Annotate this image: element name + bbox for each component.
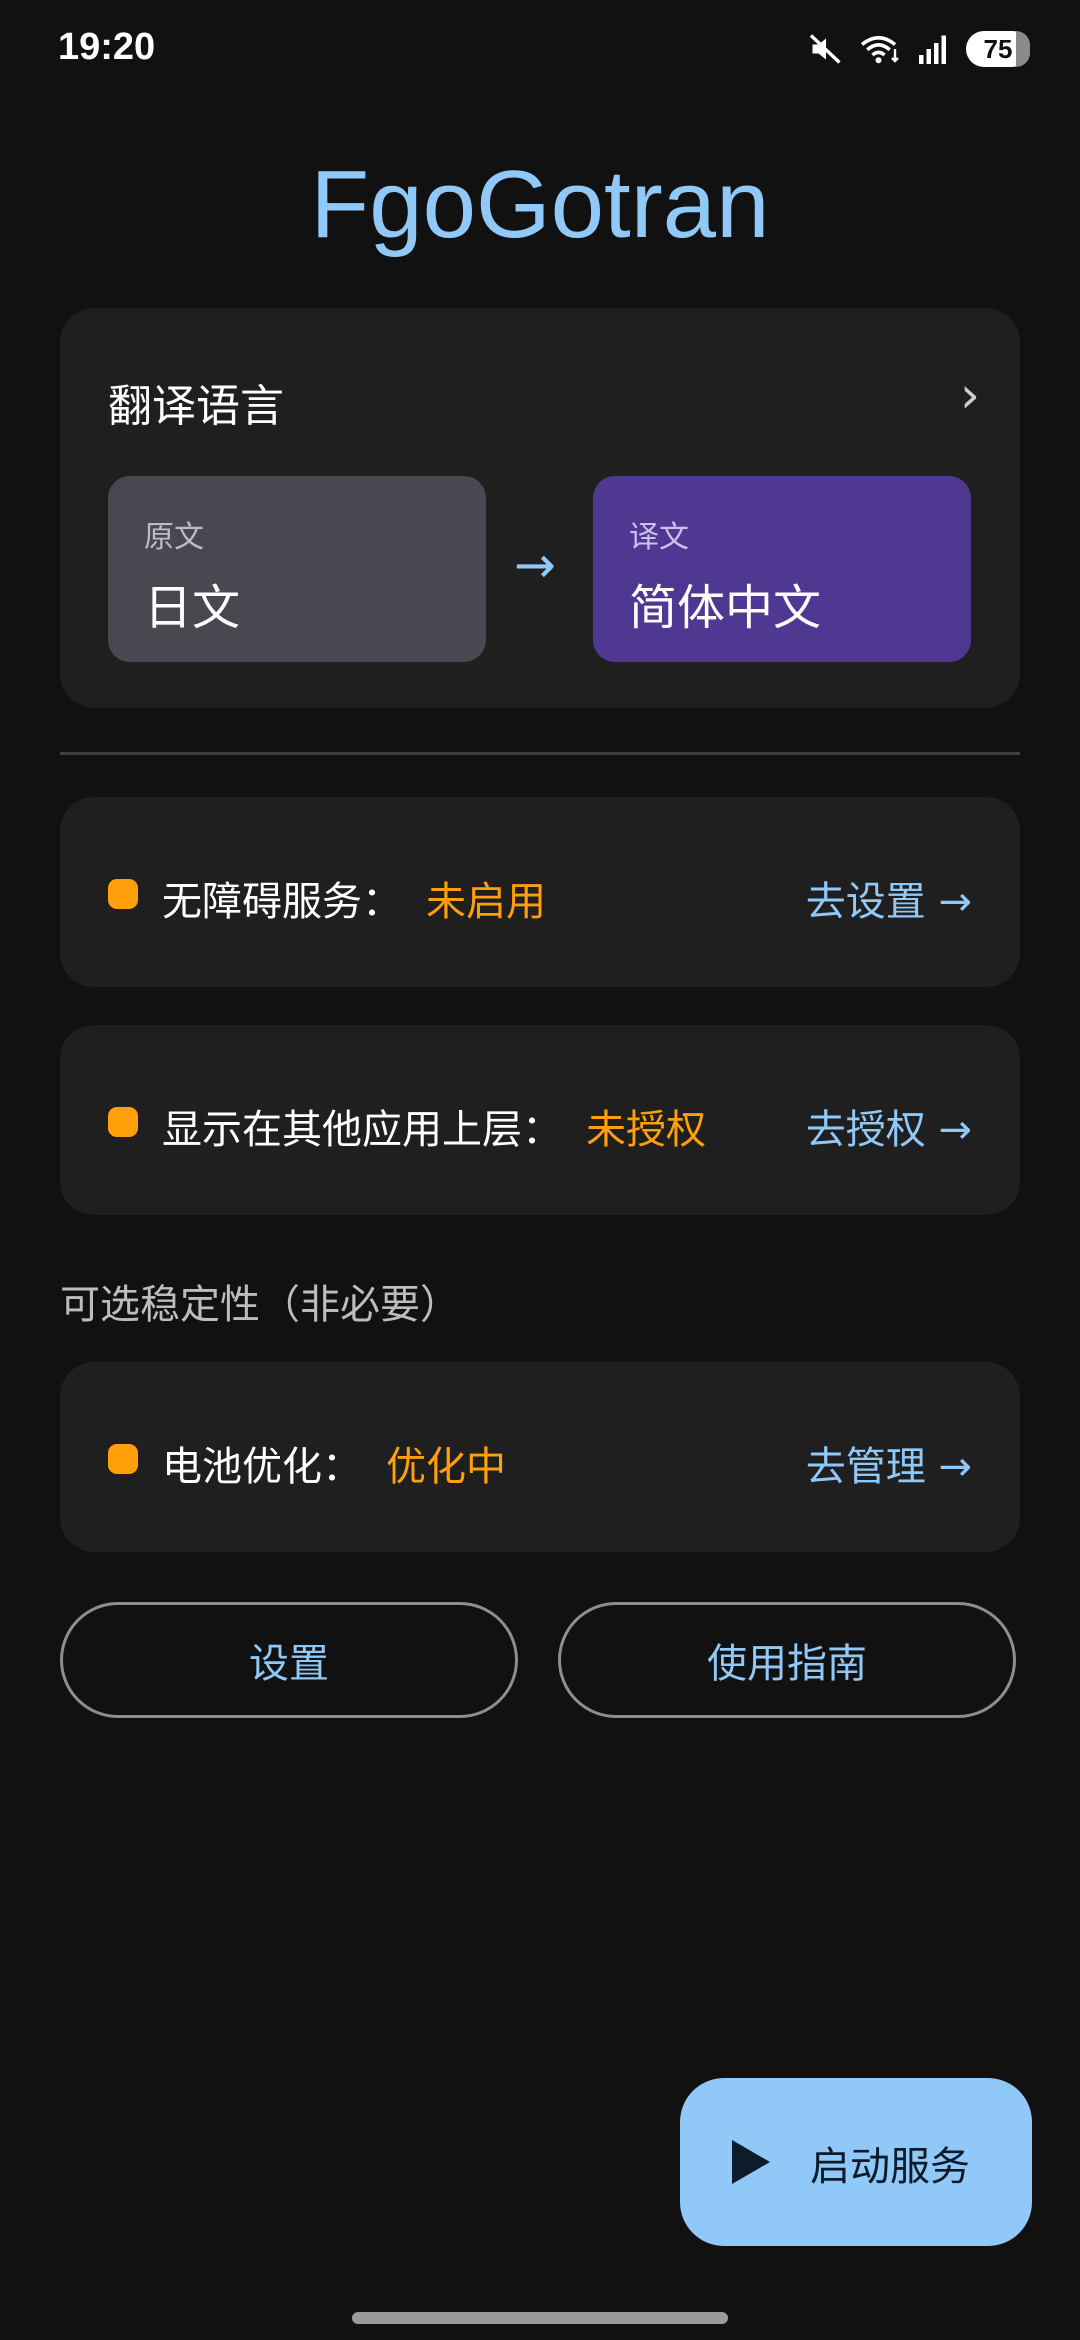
optional-stability-title: 可选稳定性（非必要） bbox=[60, 1282, 460, 1328]
accessibility-service-status: 无障碍服务： 未启用 bbox=[162, 869, 546, 927]
arrow-right-icon: → bbox=[514, 536, 556, 594]
source-language-value: 日文 bbox=[144, 580, 241, 636]
overlay-permission-status: 显示在其他应用上层： 未授权 bbox=[162, 1097, 706, 1155]
status-time: 19:20 bbox=[58, 26, 156, 68]
battery-level: 75 bbox=[983, 33, 1013, 64]
overlay-permission-value: 未授权 bbox=[586, 1107, 706, 1153]
wifi-icon bbox=[860, 35, 899, 64]
overlay-permission-label: 显示在其他应用上层： bbox=[162, 1107, 562, 1153]
target-language-label: 译文 bbox=[629, 520, 689, 555]
chevron-right-icon[interactable]: › bbox=[960, 366, 980, 424]
status-bar: 19:20 75 bbox=[0, 0, 1080, 100]
translation-language-header: 翻译语言 bbox=[108, 381, 284, 432]
warning-dot-icon bbox=[108, 1107, 138, 1137]
accessibility-settings-link[interactable]: 去设置 → bbox=[806, 869, 972, 927]
battery-icon: 75 bbox=[966, 31, 1030, 67]
start-service-label: 启动服务 bbox=[810, 2144, 970, 2190]
battery-optimization-value: 优化中 bbox=[386, 1444, 506, 1490]
play-icon bbox=[732, 2140, 770, 2184]
app-title: FgoGotran bbox=[310, 151, 770, 258]
warning-dot-icon bbox=[108, 1444, 138, 1474]
target-language-value: 简体中文 bbox=[629, 580, 822, 636]
warning-dot-icon bbox=[108, 879, 138, 909]
battery-optimization-label: 电池优化： bbox=[162, 1444, 362, 1490]
source-language-box[interactable]: 原文 日文 bbox=[108, 476, 486, 662]
battery-manage-link[interactable]: 去管理 → bbox=[806, 1434, 972, 1492]
start-service-button[interactable]: 启动服务 bbox=[680, 2078, 1032, 2246]
battery-optimization-status: 电池优化： 优化中 bbox=[162, 1434, 506, 1492]
accessibility-service-label: 无障碍服务： bbox=[162, 879, 402, 925]
overlay-authorize-link[interactable]: 去授权 → bbox=[806, 1097, 972, 1155]
target-language-box[interactable]: 译文 简体中文 bbox=[593, 476, 971, 662]
overlay-permission-card: 显示在其他应用上层： 未授权 去授权 → bbox=[60, 1025, 1020, 1215]
signal-icon bbox=[919, 35, 946, 64]
settings-button[interactable]: 设置 bbox=[60, 1602, 518, 1718]
usage-guide-button[interactable]: 使用指南 bbox=[558, 1602, 1016, 1718]
status-icons: 75 bbox=[808, 26, 1030, 72]
accessibility-service-card: 无障碍服务： 未启用 去设置 → bbox=[60, 797, 1020, 987]
battery-optimization-card: 电池优化： 优化中 去管理 → bbox=[60, 1362, 1020, 1552]
mute-icon bbox=[809, 34, 841, 64]
translation-language-card[interactable]: 翻译语言 › 原文 日文 → 译文 简体中文 bbox=[60, 308, 1020, 708]
accessibility-service-value: 未启用 bbox=[426, 879, 546, 925]
home-indicator[interactable] bbox=[352, 2312, 728, 2324]
divider bbox=[60, 752, 1020, 755]
source-language-label: 原文 bbox=[144, 520, 204, 555]
